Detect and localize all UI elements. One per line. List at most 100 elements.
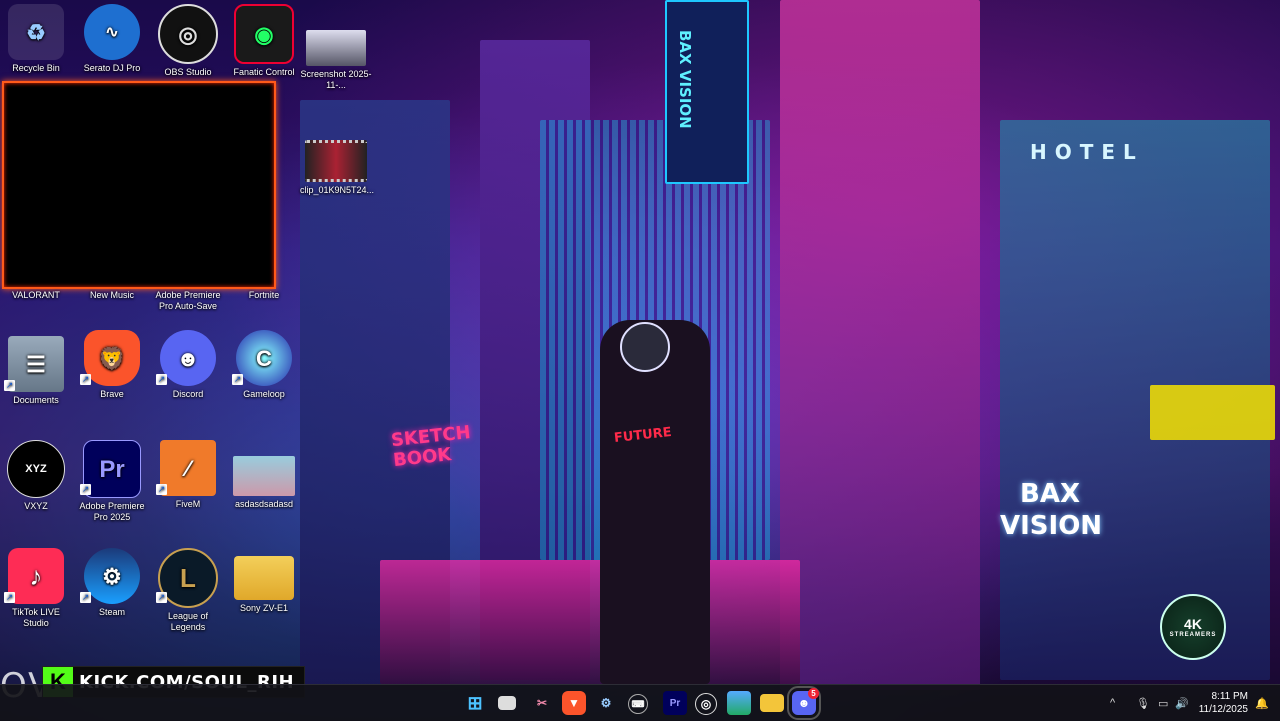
brave-icon: 🦁 — [84, 330, 140, 386]
icon-label: Adobe Premiere Pro 2025 — [79, 501, 145, 522]
desktop-icon-brave[interactable]: 🦁 ↗ Brave — [76, 330, 148, 400]
icon-label: New Music — [89, 290, 134, 300]
desktop-icon-fivem[interactable]: ⁄ ↗ FiveM — [152, 440, 224, 510]
badge-title: 4K — [1184, 616, 1202, 632]
desktop-icon-discord[interactable]: ☻ ↗ Discord — [152, 330, 224, 400]
icon-label: Brave — [100, 389, 124, 399]
shortcut-arrow-icon: ↗ — [232, 374, 243, 385]
icon-label: Documents — [13, 395, 59, 405]
icon-label: OBS Studio — [164, 67, 212, 77]
steam-icon: ⚙ — [84, 548, 140, 604]
desktop-icon-league[interactable]: L ↗ League of Legends — [152, 548, 224, 633]
shortcut-arrow-icon: ↗ — [4, 592, 15, 603]
obs-icon: ◎ — [158, 4, 218, 64]
folder-icon — [234, 556, 294, 600]
desktop-icon-clip[interactable]: clip_01K9N5T24... — [300, 140, 375, 196]
image-file-icon — [306, 30, 366, 66]
serato-icon: ∿ — [84, 4, 140, 60]
icon-label: Gameloop — [243, 389, 285, 399]
icon-label: asdasdsadasd — [234, 499, 294, 509]
gameloop-icon: C — [236, 330, 292, 386]
file-explorer-icon[interactable] — [760, 694, 784, 712]
vxyz-icon: XYZ — [7, 440, 65, 498]
desktop-icon-screenshot[interactable]: Screenshot 2025-11-... — [300, 30, 372, 91]
icon-label: Fortnite — [248, 290, 280, 300]
shortcut-arrow-icon: ↗ — [156, 592, 167, 603]
stream-overlay-box — [2, 81, 276, 289]
icon-label: FiveM — [175, 499, 201, 509]
sign-hotel: HOTEL — [1030, 140, 1144, 164]
street-glow — [380, 560, 800, 684]
icon-label: TikTok LIVE Studio — [12, 607, 60, 628]
discord-taskbar-icon[interactable]: ☻ 5 — [787, 686, 821, 720]
building — [780, 0, 980, 690]
microphone-icon[interactable]: 🎙 — [1136, 685, 1150, 721]
shortcut-arrow-icon: ↗ — [156, 374, 167, 385]
sign-bax-vision-vertical: BAX VISION — [676, 30, 694, 129]
shortcut-arrow-icon: ↗ — [80, 484, 91, 495]
taskbar: ⊞ ✂ ▼ ⚙ ⌨ Pr ◎ ☻ 5 ^ 🎙 ▭ 🔊 8:11 PM 11/12… — [0, 684, 1280, 721]
desktop-icon-obs[interactable]: ◎ OBS Studio — [152, 4, 224, 78]
icon-label: Recycle Bin — [12, 63, 60, 73]
network-icon[interactable]: ▭ — [1158, 685, 1168, 721]
brave-taskbar-icon[interactable]: ▼ — [562, 691, 586, 715]
neon-panel — [1150, 385, 1275, 440]
icon-label: Fanatic Control — [233, 67, 295, 77]
keyboard-icon[interactable]: ⌨ — [628, 694, 648, 714]
sign-bax-vision: BAX VISION — [1000, 479, 1103, 541]
desktop-icon-asdasd[interactable]: asdasdsadasd — [228, 456, 300, 510]
documents-icon: ☰ — [8, 336, 64, 392]
desktop-icon-valorant[interactable]: VALORANT — [0, 290, 72, 304]
windows-start-icon[interactable]: ⊞ — [463, 691, 487, 715]
control-icon: ◉ — [234, 4, 294, 64]
recycle-bin-icon: ♻ — [8, 4, 64, 60]
icon-label: VXYZ — [24, 501, 48, 511]
icon-label: Screenshot 2025-11-... — [300, 69, 372, 90]
tray-overflow-icon[interactable]: ^ — [1110, 685, 1115, 721]
icon-label: Steam — [98, 607, 125, 617]
streamers-badge-logo: 4K STREAMERS — [1160, 594, 1226, 660]
discord-icon: ☻ — [160, 330, 216, 386]
notification-badge: 5 — [808, 688, 819, 699]
system-clock[interactable]: 8:11 PM 11/12/2025 — [1196, 690, 1248, 716]
volume-icon[interactable]: 🔊 — [1175, 685, 1189, 721]
desktop-icon-sony-zv[interactable]: Sony ZV-E1 — [228, 556, 300, 614]
clock-date: 11/12/2025 — [1198, 704, 1248, 715]
desktop-icon-documents[interactable]: ☰ ↗ Documents — [0, 336, 72, 406]
clock-time: 8:11 PM — [1211, 691, 1249, 702]
sign-sketch-book: SKETCH BOOK — [390, 422, 472, 472]
shortcut-arrow-icon: ↗ — [80, 374, 91, 385]
video-file-icon — [305, 140, 367, 182]
person-silhouette — [600, 320, 710, 684]
obs-taskbar-icon[interactable]: ◎ — [695, 693, 717, 715]
snipping-tool-icon[interactable]: ✂ — [530, 691, 554, 715]
photos-taskbar-icon[interactable] — [727, 691, 751, 715]
task-view-icon[interactable] — [498, 696, 516, 710]
league-icon: L — [158, 548, 218, 608]
desktop-icon-premiere[interactable]: Pr ↗ Adobe Premiere Pro 2025 — [76, 440, 148, 523]
desktop-icon-fortnite[interactable]: Fortnite — [228, 290, 300, 301]
premiere-icon: Pr — [83, 440, 141, 498]
shortcut-arrow-icon: ↗ — [80, 592, 91, 603]
badge-subtitle: STREAMERS — [1169, 632, 1217, 638]
icon-label: Serato DJ Pro — [83, 63, 141, 73]
icon-label: Sony ZV-E1 — [239, 603, 289, 613]
desktop-icon-new-music[interactable]: New Music — [76, 290, 148, 301]
desktop-icon-serato[interactable]: ∿ Serato DJ Pro — [76, 4, 148, 74]
desktop-icon-vxyz[interactable]: XYZ VXYZ — [0, 440, 72, 512]
tiktok-icon: ♪ — [8, 548, 64, 604]
desktop-icon-premiere-autosave[interactable]: Adobe Premiere Pro Auto-Save — [152, 290, 224, 312]
image-file-icon — [233, 456, 295, 496]
notification-bell-icon[interactable]: 🔔 — [1255, 685, 1269, 721]
desktop-icon-tiktok-live[interactable]: ♪ ↗ TikTok LIVE Studio — [0, 548, 72, 629]
icon-label: clip_01K9N5T24... — [300, 185, 375, 195]
person-helmet — [620, 322, 670, 372]
shortcut-arrow-icon: ↗ — [4, 380, 15, 391]
desktop-icon-fanatic-control[interactable]: ◉ Fanatic Control — [228, 4, 300, 78]
desktop-icon-recycle-bin[interactable]: ♻ Recycle Bin — [0, 4, 72, 74]
steam-taskbar-icon[interactable]: ⚙ — [594, 691, 618, 715]
icon-label: Discord — [172, 389, 204, 399]
premiere-taskbar-icon[interactable]: Pr — [663, 691, 687, 715]
desktop-icon-steam[interactable]: ⚙ ↗ Steam — [76, 548, 148, 618]
desktop-icon-gameloop[interactable]: C ↗ Gameloop — [228, 330, 300, 400]
